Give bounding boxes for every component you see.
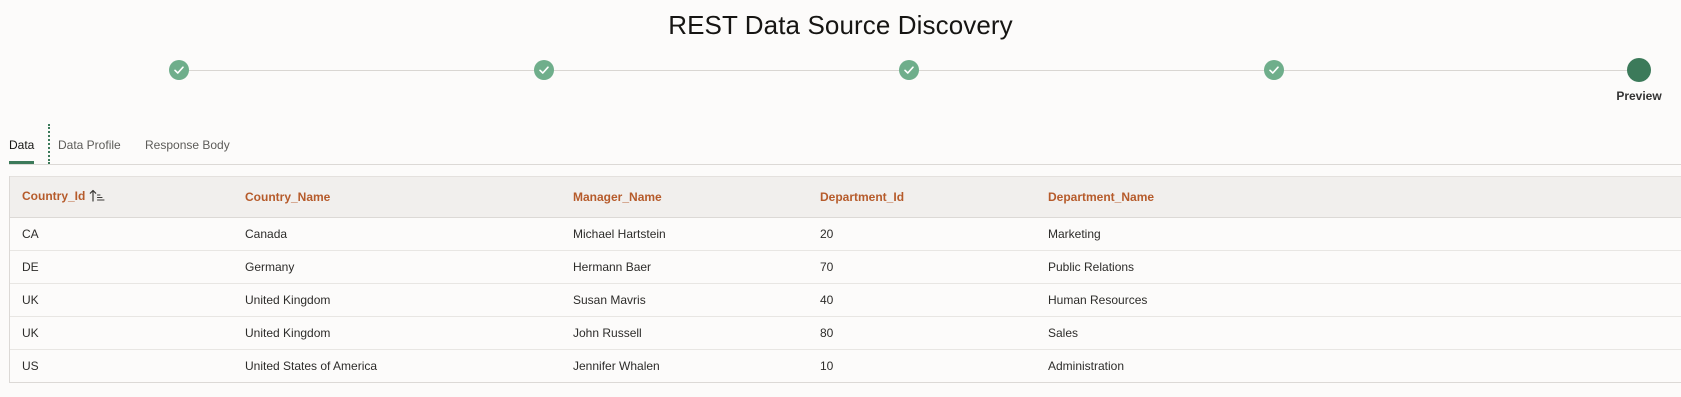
table-row[interactable]: CA Canada Michael Hartstein 20 Marketing bbox=[10, 217, 1681, 251]
cell-country-id: UK bbox=[10, 283, 233, 317]
cell-department-id: 80 bbox=[808, 316, 1036, 350]
column-header-label: Department_Name bbox=[1048, 190, 1155, 204]
checkmark-icon bbox=[1269, 66, 1279, 74]
tab-response-body-label: Response Body bbox=[145, 138, 230, 152]
cell-manager-name: Hermann Baer bbox=[561, 250, 808, 284]
tab-data-profile[interactable]: Data Profile bbox=[58, 138, 121, 152]
wizard-step-2[interactable] bbox=[534, 60, 554, 80]
column-header-country-id[interactable]: Country_Id bbox=[10, 176, 233, 218]
checkmark-icon bbox=[174, 66, 184, 74]
cell-country-name: United States of America bbox=[245, 359, 378, 373]
cell-country-id: UK bbox=[10, 316, 233, 350]
column-header-department-name[interactable]: Department_Name bbox=[1036, 176, 1681, 218]
column-header-country-name[interactable]: Country_Name bbox=[233, 176, 561, 218]
cell-manager-name: Jennifer Whalen bbox=[573, 359, 660, 373]
checkmark-icon bbox=[904, 66, 914, 74]
cell-department-id: 70 bbox=[808, 250, 1036, 284]
table-row[interactable]: UK United Kingdom Susan Mavris 40 Human … bbox=[10, 283, 1681, 317]
cell-country-id: US bbox=[22, 359, 39, 373]
cell-country-name: Canada bbox=[233, 217, 561, 251]
table-row[interactable]: UK United Kingdom John Russell 80 Sales bbox=[10, 316, 1681, 350]
page-title: REST Data Source Discovery bbox=[668, 10, 1013, 40]
cell-country-id: DE bbox=[10, 250, 233, 284]
column-header-label: Department_Id bbox=[820, 190, 905, 204]
cell-department-name: Marketing bbox=[1036, 217, 1681, 251]
active-tab-indicator bbox=[9, 161, 34, 164]
cell-department-id: 40 bbox=[808, 283, 1036, 317]
column-header-manager-name[interactable]: Manager_Name bbox=[561, 176, 808, 218]
tab-response-body[interactable]: Response Body bbox=[145, 138, 230, 152]
cell-country-name: United Kingdom bbox=[233, 283, 561, 317]
data-table: Country_Id Country_Name Manager_Name Dep… bbox=[10, 176, 1681, 382]
data-grid: Country_Id Country_Name Manager_Name Dep… bbox=[9, 176, 1681, 383]
cell-department-name: Human Resources bbox=[1036, 283, 1681, 317]
cell-department-name: Sales bbox=[1036, 316, 1681, 350]
cell-department-name: Administration bbox=[1048, 359, 1125, 373]
cell-manager-name: Michael Hartstein bbox=[561, 217, 808, 251]
table-header-row: Country_Id Country_Name Manager_Name Dep… bbox=[10, 176, 1681, 218]
cell-department-id: 20 bbox=[808, 217, 1036, 251]
rest-discovery-page: REST Data Source Discovery Preview Data … bbox=[0, 0, 1681, 397]
sort-ascending-icon[interactable] bbox=[89, 189, 105, 205]
tab-data-label: Data bbox=[9, 138, 35, 152]
cell-country-id: CA bbox=[10, 217, 233, 251]
cell-department-name: Public Relations bbox=[1036, 250, 1681, 284]
column-header-label: Country_Id bbox=[22, 189, 86, 203]
cell-country-name: Germany bbox=[233, 250, 561, 284]
wizard-step-1[interactable] bbox=[169, 60, 189, 80]
wizard-step-preview-label: Preview bbox=[1616, 89, 1662, 103]
cell-manager-name: John Russell bbox=[561, 316, 808, 350]
column-header-department-id[interactable]: Department_Id bbox=[808, 176, 1036, 218]
table-row[interactable]: DE Germany Hermann Baer 70 Public Relati… bbox=[10, 250, 1681, 284]
cell-department-id: 10 bbox=[820, 359, 834, 373]
column-header-label: Manager_Name bbox=[573, 190, 662, 204]
tab-data-profile-label: Data Profile bbox=[58, 138, 121, 152]
wizard-step-3[interactable] bbox=[899, 60, 919, 80]
cell-country-name: United Kingdom bbox=[233, 316, 561, 350]
checkmark-icon bbox=[539, 66, 549, 74]
tab-data[interactable]: Data bbox=[9, 138, 34, 152]
table-row[interactable]: US United States of America Jennifer Wha… bbox=[10, 350, 1681, 383]
tab-bar: Data Data Profile Response Body bbox=[9, 124, 1681, 165]
wizard-step-4[interactable] bbox=[1264, 60, 1284, 80]
column-header-label: Country_Name bbox=[245, 190, 331, 204]
wizard-step-preview[interactable] bbox=[1627, 58, 1651, 82]
cell-manager-name: Susan Mavris bbox=[561, 283, 808, 317]
tab-focus-divider bbox=[48, 124, 50, 164]
